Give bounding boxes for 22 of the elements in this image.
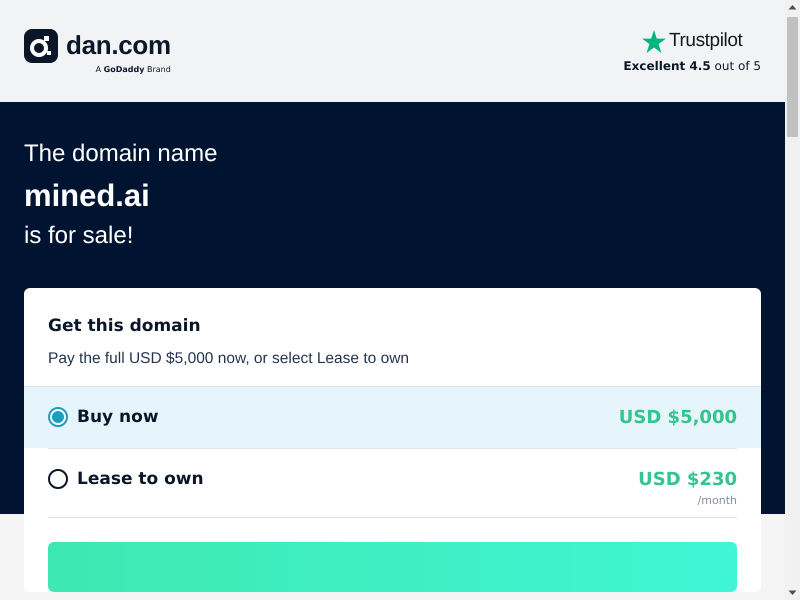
hero-intro: The domain name [24, 139, 218, 169]
domain-name: mined.ai [24, 177, 151, 215]
radio-button[interactable] [48, 407, 68, 427]
card-title: Get this domain [47, 316, 202, 336]
option-price: USD $5,000 [618, 407, 737, 428]
option-label: Buy now [77, 407, 159, 427]
radio-button[interactable] [48, 469, 68, 489]
purchase-option[interactable]: Buy now USD $5,000 [24, 386, 761, 448]
tagline: A GoDaddy Brand [96, 64, 171, 74]
trustpilot-logo: Trustpilot [668, 30, 742, 52]
option-label: Lease to own [77, 469, 204, 489]
scroll-thumb[interactable] [787, 17, 798, 137]
price-period: /month [698, 494, 737, 507]
rating-summary: Excellent 4.5 out of 5 [623, 58, 761, 72]
purchase-option[interactable]: Lease to own USD $230 /month [48, 448, 737, 518]
hero-outro: is for sale! [24, 221, 134, 251]
card-subtitle: Pay the full USD $5,000 now, or select Lease to own [47, 350, 410, 368]
logo-name: dan.com [66, 30, 171, 61]
option-price: USD $230 [638, 469, 737, 490]
star-icon [642, 30, 666, 52]
logo-icon [24, 28, 58, 62]
scrollbar[interactable] [785, 0, 800, 600]
